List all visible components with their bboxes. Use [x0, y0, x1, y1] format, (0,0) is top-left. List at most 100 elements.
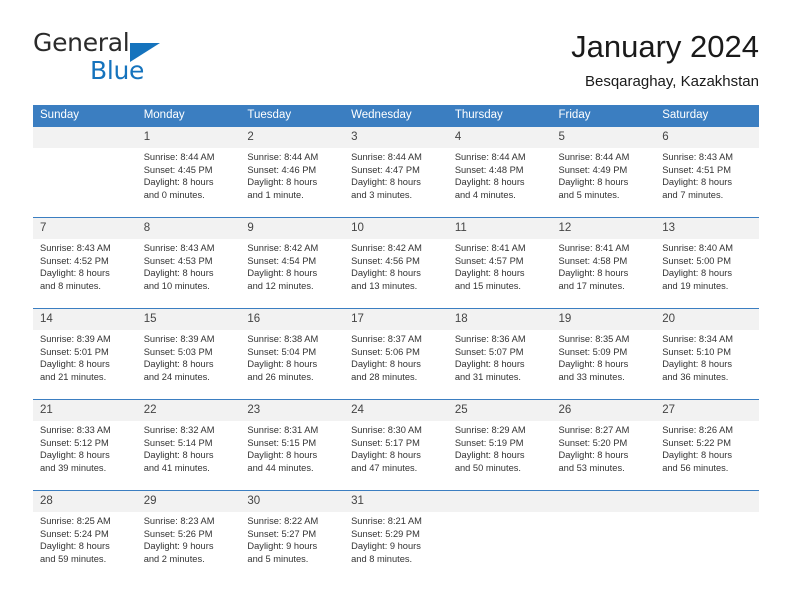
- calendar-day-cell[interactable]: 7 Sunrise: 8:43 AM Sunset: 4:52 PM Daylight…: [33, 217, 137, 309]
- detail-sunrise: Sunrise: 8:21 AM: [351, 516, 422, 526]
- calendar-day-cell[interactable]: 5 Sunrise: 8:44 AM Sunset: 4:49 PM Daylight…: [551, 127, 656, 218]
- title-block: January 2024 Besqaraghay, Kazakhstan: [571, 28, 759, 93]
- day-details: Sunrise: 8:35 AM Sunset: 5:09 PM Daylight:…: [552, 330, 656, 383]
- day-number: 11: [447, 218, 552, 239]
- calendar-day-cell[interactable]: 2 Sunrise: 8:44 AM Sunset: 4:46 PM Daylight…: [240, 127, 345, 218]
- calendar-day-cell[interactable]: 16 Sunrise: 8:38 AM Sunset: 5:04 PM Dayligh…: [240, 308, 345, 400]
- calendar-day-cell[interactable]: 15 Sunrise: 8:39 AM Sunset: 5:03 PM Dayligh…: [136, 308, 241, 400]
- day-number: [33, 127, 137, 148]
- detail-sunset: Sunset: 4:58 PM: [558, 255, 628, 266]
- calendar-cell-empty: [447, 490, 552, 581]
- calendar-cell-empty: [655, 490, 759, 581]
- detail-sunrise: Sunrise: 8:42 AM: [247, 243, 319, 253]
- detail-sunset: Sunset: 4:47 PM: [351, 164, 420, 175]
- detail-sunrise: Sunrise: 8:37 AM: [351, 334, 422, 344]
- day-number: 5: [551, 127, 656, 148]
- weekday-header-monday: Monday: [136, 105, 241, 127]
- detail-daylight-line1: Daylight: 8 hours: [247, 450, 318, 461]
- detail-sunset: Sunset: 5:17 PM: [351, 437, 420, 448]
- calendar-day-cell[interactable]: 11 Sunrise: 8:41 AM Sunset: 4:57 PM Dayligh…: [447, 217, 552, 309]
- detail-sunset: Sunset: 4:52 PM: [40, 255, 109, 266]
- day-number: 27: [655, 400, 759, 421]
- detail-sunset: Sunset: 5:20 PM: [558, 437, 628, 448]
- day-number: 14: [33, 309, 137, 330]
- calendar-day-cell[interactable]: 27 Sunrise: 8:26 AM Sunset: 5:22 PM Dayligh…: [655, 399, 759, 491]
- day-number: 9: [240, 218, 345, 239]
- detail-sunset: Sunset: 5:03 PM: [143, 346, 213, 357]
- detail-daylight-line2: and 2 minutes.: [143, 553, 205, 564]
- calendar-day-cell[interactable]: 8 Sunrise: 8:43 AM Sunset: 4:53 PM Daylight…: [136, 217, 241, 309]
- detail-sunrise: Sunrise: 8:36 AM: [454, 334, 526, 344]
- calendar-day-cell[interactable]: 1 Sunrise: 8:44 AM Sunset: 4:45 PM Daylight…: [136, 127, 241, 218]
- detail-sunrise: Sunrise: 8:43 AM: [662, 152, 734, 162]
- detail-daylight-line2: and 28 minutes.: [351, 371, 418, 382]
- calendar-day-cell[interactable]: 26 Sunrise: 8:27 AM Sunset: 5:20 PM Dayligh…: [551, 399, 656, 491]
- detail-sunrise: Sunrise: 8:22 AM: [247, 516, 319, 526]
- detail-daylight-line2: and 10 minutes.: [143, 280, 210, 291]
- detail-daylight-line1: Daylight: 8 hours: [558, 450, 629, 461]
- calendar-day-cell[interactable]: 3 Sunrise: 8:44 AM Sunset: 4:47 PM Daylight…: [344, 127, 448, 218]
- day-details: Sunrise: 8:26 AM Sunset: 5:22 PM Daylight:…: [655, 421, 759, 474]
- day-details: Sunrise: 8:44 AM Sunset: 4:48 PM Daylight:…: [448, 148, 552, 201]
- calendar-day-cell[interactable]: 30 Sunrise: 8:22 AM Sunset: 5:27 PM Dayligh…: [240, 490, 345, 581]
- day-details: Sunrise: 8:32 AM Sunset: 5:14 PM Daylight:…: [137, 421, 241, 474]
- detail-sunset: Sunset: 4:51 PM: [662, 164, 731, 175]
- day-number: 2: [240, 127, 345, 148]
- day-number: [551, 491, 656, 512]
- calendar-day-cell[interactable]: 18 Sunrise: 8:36 AM Sunset: 5:07 PM Dayligh…: [447, 308, 552, 400]
- detail-sunrise: Sunrise: 8:44 AM: [351, 152, 422, 162]
- calendar-day-cell[interactable]: 17 Sunrise: 8:37 AM Sunset: 5:06 PM Dayligh…: [344, 308, 448, 400]
- calendar-day-cell[interactable]: 14 Sunrise: 8:39 AM Sunset: 5:01 PM Dayligh…: [33, 308, 137, 400]
- calendar-day-cell[interactable]: 9 Sunrise: 8:42 AM Sunset: 4:54 PM Daylight…: [240, 217, 345, 309]
- day-details: Sunrise: 8:41 AM Sunset: 4:57 PM Daylight:…: [448, 239, 552, 292]
- detail-daylight-line2: and 41 minutes.: [143, 462, 210, 473]
- detail-daylight-line2: and 8 minutes.: [40, 280, 101, 291]
- logo-text-general: General: [33, 28, 130, 57]
- calendar-day-cell[interactable]: 4 Sunrise: 8:44 AM Sunset: 4:48 PM Daylight…: [447, 127, 552, 218]
- calendar-day-cell[interactable]: 19 Sunrise: 8:35 AM Sunset: 5:09 PM Dayligh…: [551, 308, 656, 400]
- calendar-day-cell[interactable]: 23 Sunrise: 8:31 AM Sunset: 5:15 PM Dayligh…: [240, 399, 345, 491]
- detail-daylight-line1: Daylight: 8 hours: [351, 177, 421, 188]
- calendar-day-cell[interactable]: 25 Sunrise: 8:29 AM Sunset: 5:19 PM Dayligh…: [447, 399, 552, 491]
- calendar-week-row: 7 Sunrise: 8:43 AM Sunset: 4:52 PM Daylight…: [33, 217, 759, 309]
- day-details: Sunrise: 8:43 AM Sunset: 4:53 PM Daylight:…: [137, 239, 241, 292]
- calendar-day-cell[interactable]: 13 Sunrise: 8:40 AM Sunset: 5:00 PM Dayligh…: [655, 217, 759, 309]
- detail-daylight-line1: Daylight: 9 hours: [143, 541, 214, 552]
- detail-daylight-line2: and 26 minutes.: [247, 371, 314, 382]
- detail-daylight-line2: and 33 minutes.: [558, 371, 625, 382]
- calendar-day-cell[interactable]: 21 Sunrise: 8:33 AM Sunset: 5:12 PM Dayligh…: [33, 399, 137, 491]
- detail-daylight-line1: Daylight: 8 hours: [143, 177, 214, 188]
- detail-daylight-line1: Daylight: 8 hours: [40, 450, 110, 461]
- detail-sunrise: Sunrise: 8:44 AM: [558, 152, 630, 162]
- detail-daylight-line1: Daylight: 8 hours: [454, 450, 525, 461]
- location-subtitle: Besqaraghay, Kazakhstan: [584, 73, 759, 90]
- day-details: Sunrise: 8:44 AM Sunset: 4:45 PM Daylight:…: [137, 148, 241, 201]
- day-number: 20: [655, 309, 759, 330]
- detail-sunset: Sunset: 5:29 PM: [351, 528, 420, 539]
- day-number: 22: [136, 400, 241, 421]
- calendar-day-cell[interactable]: 10 Sunrise: 8:42 AM Sunset: 4:56 PM Dayligh…: [344, 217, 448, 309]
- calendar-day-cell[interactable]: 31 Sunrise: 8:21 AM Sunset: 5:29 PM Dayligh…: [344, 490, 448, 581]
- calendar-day-cell[interactable]: 22 Sunrise: 8:32 AM Sunset: 5:14 PM Dayligh…: [136, 399, 241, 491]
- day-details: Sunrise: 8:39 AM Sunset: 5:03 PM Daylight:…: [137, 330, 241, 383]
- calendar-day-cell[interactable]: 20 Sunrise: 8:34 AM Sunset: 5:10 PM Dayligh…: [655, 308, 759, 400]
- day-details: Sunrise: 8:43 AM Sunset: 4:52 PM Daylight:…: [33, 239, 137, 292]
- detail-daylight-line1: Daylight: 8 hours: [143, 359, 214, 370]
- calendar-day-cell[interactable]: 28 Sunrise: 8:25 AM Sunset: 5:24 PM Dayligh…: [33, 490, 137, 581]
- calendar-day-cell[interactable]: 6 Sunrise: 8:43 AM Sunset: 4:51 PM Daylight…: [655, 127, 759, 218]
- general-blue-logo[interactable]: General Blue: [33, 28, 253, 90]
- calendar-day-cell[interactable]: 29 Sunrise: 8:23 AM Sunset: 5:26 PM Dayligh…: [136, 490, 241, 581]
- detail-daylight-line1: Daylight: 8 hours: [454, 268, 525, 279]
- day-details: Sunrise: 8:44 AM Sunset: 4:49 PM Daylight:…: [552, 148, 656, 201]
- day-details: Sunrise: 8:31 AM Sunset: 5:15 PM Daylight:…: [240, 421, 344, 474]
- calendar-table: Sunday Monday Tuesday Wednesday Thursday…: [33, 105, 759, 581]
- detail-sunrise: Sunrise: 8:26 AM: [662, 425, 734, 435]
- detail-daylight-line1: Daylight: 8 hours: [558, 268, 629, 279]
- detail-sunrise: Sunrise: 8:39 AM: [40, 334, 111, 344]
- day-number: 28: [33, 491, 137, 512]
- detail-sunrise: Sunrise: 8:40 AM: [662, 243, 734, 253]
- calendar-day-cell[interactable]: 12 Sunrise: 8:41 AM Sunset: 4:58 PM Dayligh…: [551, 217, 656, 309]
- detail-sunrise: Sunrise: 8:32 AM: [143, 425, 215, 435]
- day-details: Sunrise: 8:42 AM Sunset: 4:54 PM Daylight:…: [240, 239, 344, 292]
- calendar-day-cell[interactable]: 24 Sunrise: 8:30 AM Sunset: 5:17 PM Dayligh…: [344, 399, 448, 491]
